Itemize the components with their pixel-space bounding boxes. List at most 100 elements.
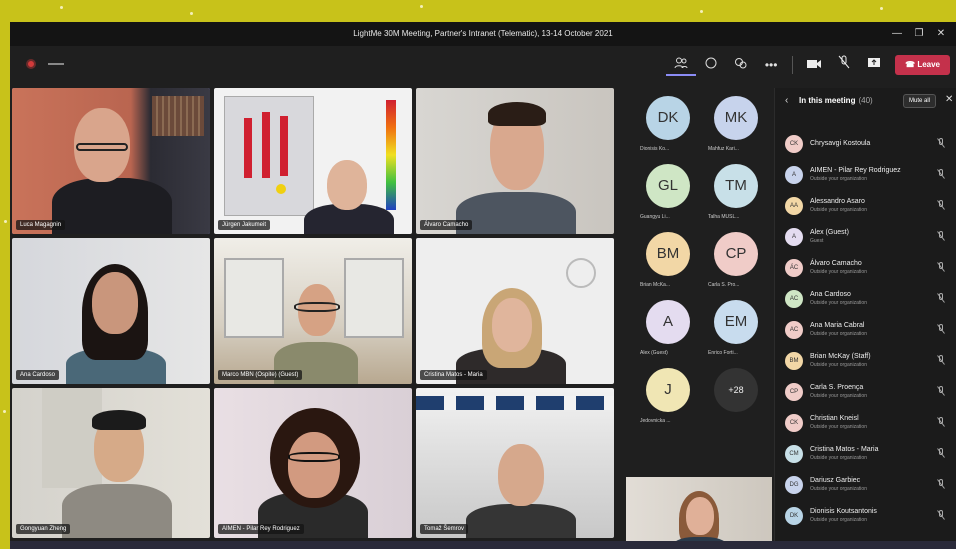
close-window-button[interactable]: ✕: [930, 22, 952, 46]
more-icon[interactable]: •••: [756, 54, 786, 76]
participant-row[interactable]: AC Ana Cardoso Outside your organization: [775, 285, 956, 313]
roster-avatar[interactable]: GL: [646, 164, 690, 208]
hair: [92, 410, 146, 430]
mic-off-icon[interactable]: [937, 386, 945, 398]
participant-row[interactable]: DK Dionisis Koutsantonis Outside your orga…: [775, 502, 956, 530]
roster-avatar[interactable]: DK: [646, 96, 690, 140]
participant-name: Gongyuan Zheng: [16, 524, 71, 534]
mic-off-icon[interactable]: [937, 448, 945, 460]
video-tile[interactable]: Jürgen Jakumeit: [214, 88, 412, 234]
participant-name: Alessandro Asaro: [810, 198, 865, 205]
participant-avatar: A: [785, 228, 803, 246]
participant-row[interactable]: AA Alessandro Asaro Outside your organizat…: [775, 192, 956, 220]
participant-row[interactable]: CK Chrysavgi Kostoula: [775, 130, 956, 158]
video-tile[interactable]: Álvaro Camacho: [416, 88, 614, 234]
minimize-button[interactable]: —: [886, 22, 908, 46]
mic-off-icon[interactable]: [937, 293, 945, 305]
roster-avatar[interactable]: J: [646, 368, 690, 412]
participant-subtitle: Outside your organization: [810, 486, 867, 492]
mic-off-icon[interactable]: [937, 231, 945, 243]
background-dot: [700, 10, 703, 13]
camera-icon[interactable]: [799, 54, 829, 76]
maximize-button[interactable]: ❐: [908, 22, 930, 46]
mic-off-icon[interactable]: [937, 510, 945, 522]
participant-name: Álvaro Camacho: [420, 220, 473, 230]
participant-name: Cristina Matos - Maria: [420, 370, 487, 380]
mic-off-icon[interactable]: [829, 54, 859, 76]
mute-all-button[interactable]: Mute all: [903, 94, 937, 108]
mic-off-icon[interactable]: [937, 138, 945, 150]
simulation-mark: [276, 184, 286, 194]
mic-off-icon[interactable]: [937, 417, 945, 429]
participant-avatar: CP: [785, 383, 803, 401]
mic-off-icon[interactable]: [937, 324, 945, 336]
close-icon[interactable]: ✕: [945, 94, 953, 105]
video-tile[interactable]: Gongyuan Zheng: [12, 388, 210, 538]
participant-row[interactable]: CM Cristina Matos - Maria Outside your org…: [775, 440, 956, 468]
participant-avatar: DK: [785, 507, 803, 525]
person: [52, 178, 172, 234]
participant-subtitle: Outside your organization: [810, 424, 867, 430]
participant-avatar: A: [785, 166, 803, 184]
temperature-scale: [386, 100, 396, 210]
participant-row[interactable]: ÁC Álvaro Camacho Outside your organizatio…: [775, 254, 956, 282]
participant-avatar: CK: [785, 414, 803, 432]
participant-subtitle: Outside your organization: [810, 207, 867, 213]
participant-row[interactable]: DG Dariusz Garbiec Outside your organizati…: [775, 471, 956, 499]
participant-name: Álvaro Camacho: [810, 260, 862, 267]
mic-off-icon[interactable]: [937, 169, 945, 181]
video-tile[interactable]: Ana Cardoso: [12, 238, 210, 384]
participant-row[interactable]: A Alex (Guest) Guest: [775, 223, 956, 251]
phone-icon: ☎: [905, 60, 918, 69]
simulation-mark: [262, 112, 270, 178]
participant-subtitle: Guest: [810, 238, 824, 244]
roster-avatar[interactable]: CP: [714, 232, 758, 276]
participant-row[interactable]: BM Brian McKay (Staff) Outside your organi…: [775, 347, 956, 375]
participant-name: Dionisis Koutsantonis: [810, 508, 877, 515]
people-icon[interactable]: [666, 54, 697, 76]
video-tile[interactable]: Tomaž Šemrov: [416, 388, 614, 538]
participant-row[interactable]: CK Christian Kneisl Outside your organizat…: [775, 409, 956, 437]
participant-name: Chrysavgi Kostoula: [810, 140, 871, 147]
participant-avatar: DG: [785, 476, 803, 494]
chat-icon[interactable]: [696, 54, 726, 76]
meeting-toolbar: ••• ☎ Leave: [10, 46, 956, 86]
share-icon[interactable]: [859, 54, 889, 76]
mic-off-icon[interactable]: [937, 262, 945, 274]
roster-name: Dionisis Ko...: [640, 146, 670, 152]
person-head: [327, 160, 367, 210]
mic-off-icon[interactable]: [937, 200, 945, 212]
whiteboard: [42, 388, 102, 488]
handle-icon[interactable]: [48, 63, 64, 65]
participant-subtitle: Outside your organization: [810, 331, 867, 337]
self-view-video: [626, 477, 772, 549]
roster-avatar[interactable]: A: [646, 300, 690, 344]
roster-avatar[interactable]: BM: [646, 232, 690, 276]
participant-name: Alex (Guest): [810, 229, 849, 236]
video-tile[interactable]: Luca Magagnin: [12, 88, 210, 234]
person: [456, 192, 576, 234]
roster-avatar[interactable]: EM: [714, 300, 758, 344]
video-tile[interactable]: AIMEN - Pilar Rey Rodriguez: [214, 388, 412, 538]
video-tile[interactable]: Cristina Matos - Maria: [416, 238, 614, 384]
participant-avatar: ÁC: [785, 259, 803, 277]
mic-off-icon[interactable]: [937, 479, 945, 491]
background-dot: [880, 7, 883, 10]
rooms-icon[interactable]: [726, 54, 756, 76]
participant-row[interactable]: AC Ana Maria Cabral Outside your organizat…: [775, 316, 956, 344]
more-participants-button[interactable]: +28: [714, 368, 758, 412]
chevron-left-icon[interactable]: ‹: [785, 95, 788, 106]
glasses: [288, 452, 340, 462]
leave-button[interactable]: ☎ Leave: [895, 55, 950, 75]
teams-window: LightMe 30M Meeting, Partner's Intranet …: [10, 22, 956, 549]
simulation-mark: [280, 116, 288, 176]
mic-off-icon[interactable]: [937, 355, 945, 367]
title-bar: LightMe 30M Meeting, Partner's Intranet …: [10, 22, 956, 46]
simulation-mark: [244, 118, 252, 178]
roster-avatar[interactable]: TM: [714, 164, 758, 208]
participant-row[interactable]: A AIMEN - Pilar Rey Rodriguez Outside your…: [775, 161, 956, 189]
participant-row[interactable]: CP Carla S. Proença Outside your organizat…: [775, 378, 956, 406]
window-frame: [224, 258, 284, 338]
video-tile[interactable]: Marco MBN (Ospite) (Guest): [214, 238, 412, 384]
roster-avatar[interactable]: MK: [714, 96, 758, 140]
